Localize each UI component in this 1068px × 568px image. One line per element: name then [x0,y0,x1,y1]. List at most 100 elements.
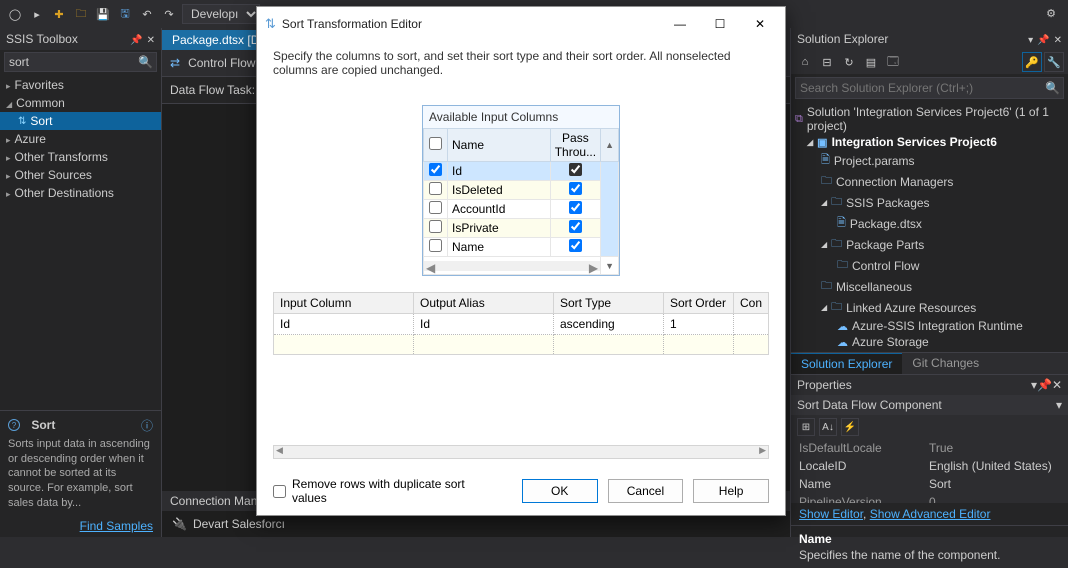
pin-icon[interactable]: 📌 [130,35,142,46]
props-icon[interactable]: 🗔 [883,52,903,72]
new-icon[interactable]: ✚ [50,5,68,23]
nav-back-icon[interactable]: ◯ [6,5,24,23]
toolbox-item-sort[interactable]: ⇅ Sort [0,112,161,130]
pass-check[interactable] [569,163,582,176]
row-check[interactable] [429,163,442,176]
saveall-icon[interactable]: 🖫 [116,5,134,23]
undo-icon[interactable]: ↶ [138,5,156,23]
collapse-icon[interactable]: ⊟ [817,52,837,72]
search-icon[interactable]: 🔍 [138,55,153,69]
group-other-transforms[interactable]: Other Transforms [0,148,161,166]
node-linked[interactable]: ◢🗀Linked Azure Resources [791,297,1068,318]
prop-row[interactable]: NameSort [791,475,1068,493]
group-other-sources[interactable]: Other Sources [0,166,161,184]
redo-icon[interactable]: ↷ [160,5,178,23]
col-order[interactable]: Sort Order [663,293,733,314]
node-azir[interactable]: ☁Azure-SSIS Integration Runtime [791,318,1068,334]
close-icon[interactable]: ✕ [1054,35,1062,46]
show-advanced-link[interactable]: Show Advanced Editor [870,507,991,521]
node-pkgparts[interactable]: ◢🗀Package Parts [791,234,1068,255]
help-icon[interactable]: ⓘ [141,417,153,434]
minimize-button[interactable]: — [663,13,697,35]
avail-row[interactable]: IsDeleted [424,181,619,200]
node-params[interactable]: 🗎Project.params [791,150,1068,171]
close-icon[interactable]: ✕ [147,35,155,46]
node-azstor[interactable]: ☁Azure Storage [791,334,1068,350]
pin-icon[interactable]: 📌 [1037,378,1052,392]
scroll-up[interactable]: ▲ [601,129,619,162]
toolbox-search-input[interactable] [4,52,157,72]
node-ctrlflow[interactable]: 🗀Control Flow [791,255,1068,276]
nav-fwd-icon[interactable]: ▸ [28,5,46,23]
ok-button[interactable]: OK [522,479,598,503]
sort-row[interactable]: Id Id ascending 1 [274,314,769,335]
scroll-down[interactable]: ▼ [601,257,619,275]
home-icon[interactable]: ⌂ [795,52,815,72]
pass-check[interactable] [569,220,582,233]
col-type[interactable]: Sort Type [553,293,663,314]
properties-panel: Properties ▾📌✕ Sort Data Flow Component▾… [791,374,1068,568]
row-check[interactable] [429,182,442,195]
node-pkg[interactable]: 🗎Package.dtsx [791,213,1068,234]
col-passthrough[interactable]: Pass Throu... [550,129,600,162]
group-other-destinations[interactable]: Other Destinations [0,184,161,202]
cancel-button[interactable]: Cancel [608,479,684,503]
prop-row[interactable]: LocaleIDEnglish (United States) [791,457,1068,475]
avail-row[interactable]: AccountId [424,200,619,219]
pin-icon[interactable]: 📌 [1037,35,1049,46]
showall-icon[interactable]: ▤ [861,52,881,72]
remove-duplicates-checkbox[interactable]: Remove rows with duplicate sort values [273,477,502,505]
close-button[interactable]: ✕ [743,13,777,35]
avail-row[interactable]: Name [424,238,619,257]
new-row[interactable] [274,335,769,355]
avail-row[interactable]: IsPrivate [424,219,619,238]
se-search-input[interactable] [795,77,1064,99]
events-icon[interactable]: ⚡ [841,418,859,436]
az-icon[interactable]: A↓ [819,418,837,436]
refresh-icon[interactable]: ↻ [839,52,859,72]
col-alias[interactable]: Output Alias [413,293,553,314]
save-icon[interactable]: 💾 [94,5,112,23]
prop-row[interactable]: IsDefaultLocaleTrue [791,439,1068,457]
properties-object[interactable]: Sort Data Flow Component [797,398,942,412]
settings-icon[interactable]: ⚙ [1042,4,1060,22]
wrench-icon[interactable]: 🔧 [1044,52,1064,72]
solution-root[interactable]: ⧉Solution 'Integration Services Project6… [791,104,1068,134]
key-icon[interactable]: 🔑 [1022,52,1042,72]
control-flow-tab[interactable]: Control Flow [188,56,255,70]
group-azure[interactable]: Azure [0,130,161,148]
tab-git-changes[interactable]: Git Changes [902,353,989,374]
open-icon[interactable]: 🗀 [72,5,90,23]
search-icon[interactable]: 🔍 [1045,81,1060,95]
config-select[interactable]: Developı [182,4,260,24]
col-comp[interactable]: Con [733,293,768,314]
dropdown-icon[interactable]: ▾ [1056,398,1062,412]
cat-icon[interactable]: ⊞ [797,418,815,436]
avail-row[interactable]: Id [424,162,619,181]
close-icon[interactable]: ✕ [1052,378,1062,392]
row-check[interactable] [429,220,442,233]
col-name[interactable]: Name [448,129,551,162]
pass-check[interactable] [569,201,582,214]
project-node[interactable]: ◢▣Integration Services Project6 [791,134,1068,150]
show-editor-link[interactable]: Show Editor [799,507,863,521]
row-check[interactable] [429,239,442,252]
horizontal-scrollbar[interactable] [273,445,769,459]
node-ssispkgs[interactable]: ◢🗀SSIS Packages [791,192,1068,213]
maximize-button[interactable]: ☐ [703,13,737,35]
pass-check[interactable] [569,239,582,252]
find-samples-link[interactable]: Find Samples [80,519,153,533]
select-all-checkbox[interactable] [424,129,448,162]
group-favorites[interactable]: Favorites [0,76,161,94]
node-connmgr[interactable]: 🗀Connection Managers [791,171,1068,192]
col-input[interactable]: Input Column [274,293,414,314]
dropdown-icon[interactable]: ▾ [1028,35,1033,46]
row-check[interactable] [429,201,442,214]
help-button[interactable]: Help [693,479,769,503]
prop-links: Show Editor, Show Advanced Editor [791,503,1068,525]
node-misc[interactable]: 🗀Miscellaneous [791,276,1068,297]
group-common[interactable]: Common [0,94,161,112]
tab-solution-explorer[interactable]: Solution Explorer [791,353,902,374]
pass-check[interactable] [569,182,582,195]
prop-row[interactable]: PipelineVersion0 [791,493,1068,503]
